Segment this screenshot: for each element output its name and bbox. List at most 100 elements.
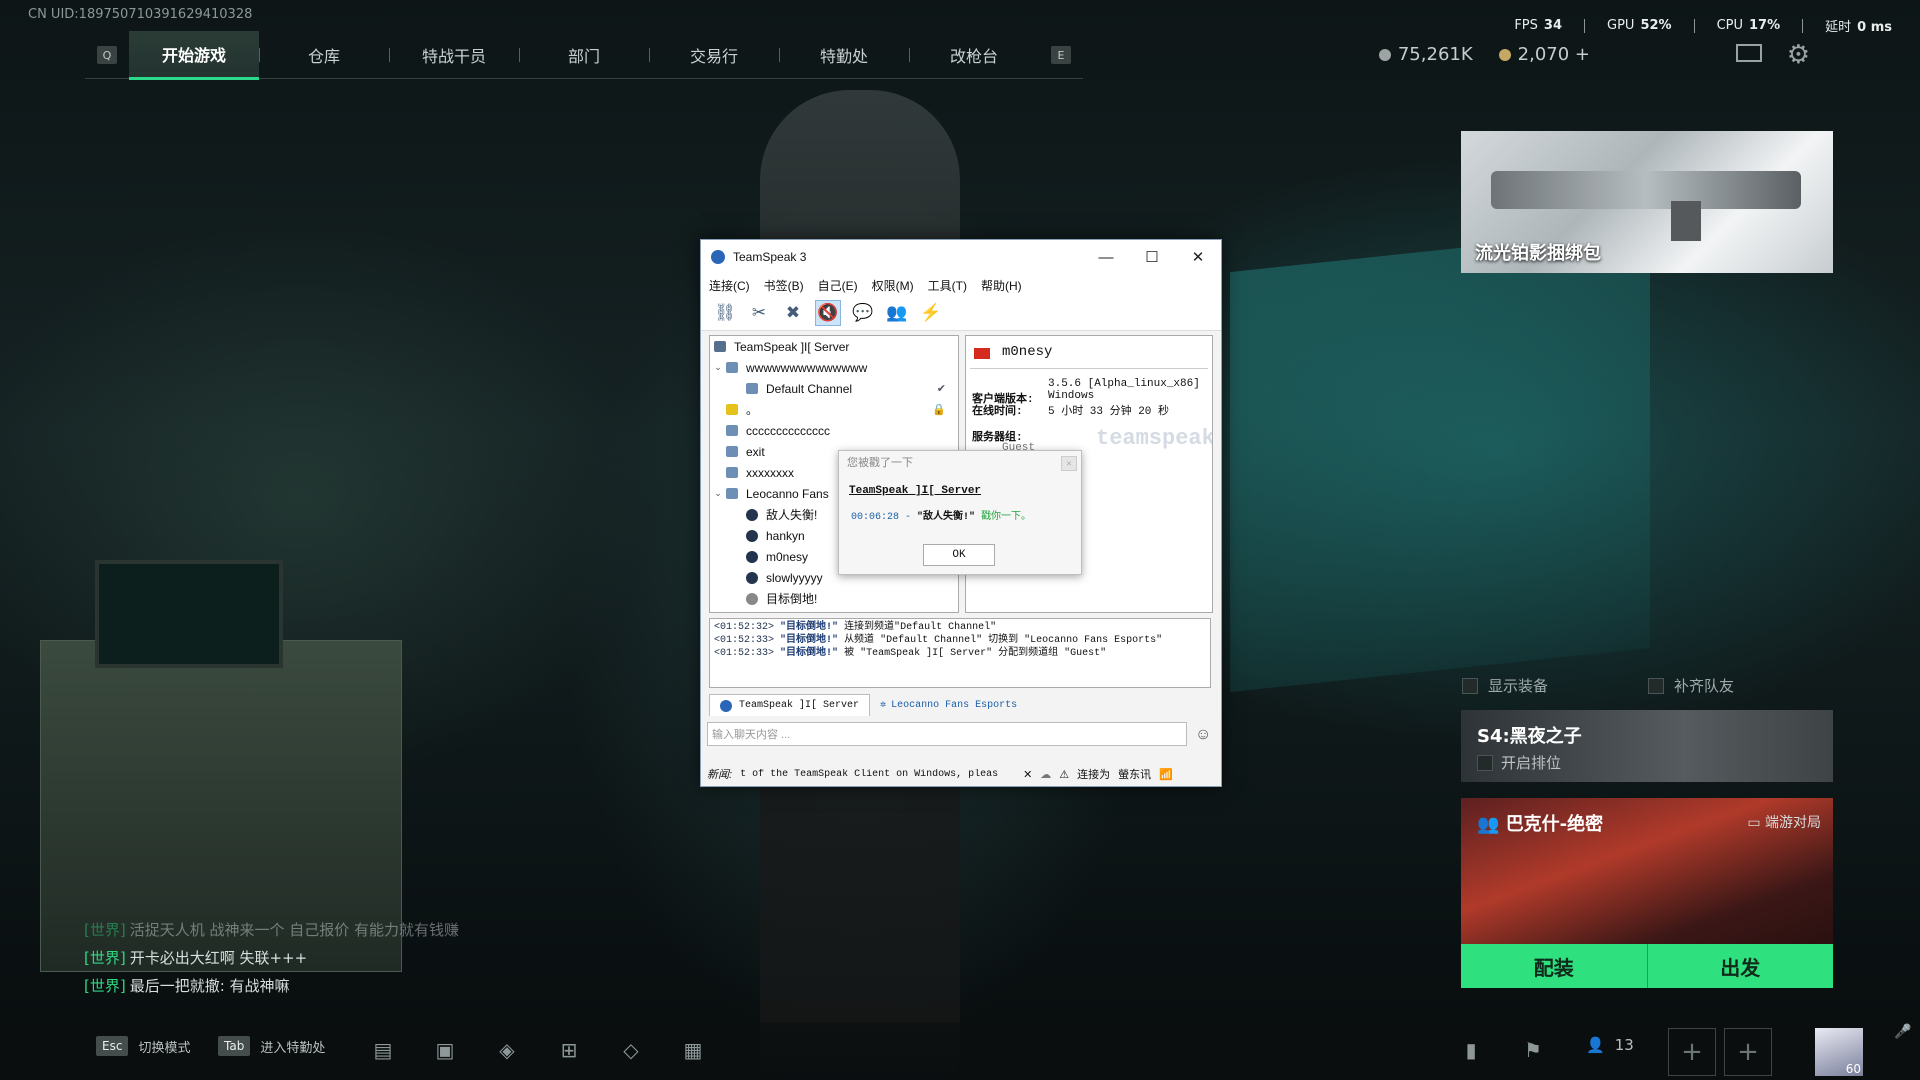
stats-icon[interactable]: ▮ <box>1458 1038 1484 1062</box>
connection-signal-icon[interactable]: 📶 <box>1159 768 1173 781</box>
show-gear-checkbox[interactable] <box>1462 677 1478 694</box>
pass-icon[interactable]: ◇ <box>618 1038 644 1062</box>
tree-channel[interactable]: 。 🔒 <box>710 399 958 420</box>
flag-icon[interactable]: ⚑ <box>1520 1038 1546 1062</box>
invite-slot-2[interactable]: + <box>1724 1028 1772 1076</box>
minimize-button[interactable]: — <box>1083 240 1129 274</box>
chat-line: [世界] 最后一把就撤: 有战神嘛 <box>84 972 459 1000</box>
poke-title[interactable]: 您被戳了一下 <box>839 451 1081 473</box>
map-selector[interactable]: 👥 巴克什-绝密 ▭ 端游对局 <box>1461 798 1833 946</box>
poke-time: 00:06:28 - <box>851 512 912 523</box>
contacts-icon[interactable]: 👥 <box>885 301 909 325</box>
nav-prev-key[interactable]: Q <box>97 46 117 64</box>
gift-icon[interactable]: ▣ <box>432 1038 458 1062</box>
mute-microphone-icon[interactable]: 🔇 <box>815 300 841 326</box>
menu-self[interactable]: 自己(E) <box>818 277 858 294</box>
tab-trading[interactable]: 交易行 <box>649 32 779 78</box>
tree-item-label: Default Channel <box>766 381 853 396</box>
tree-server[interactable]: TeamSpeak ]I[ Server <box>710 336 958 357</box>
server-tab-icon <box>720 699 732 712</box>
maximize-button[interactable]: ☐ <box>1129 240 1175 274</box>
log-user[interactable]: "目标倒地!" <box>780 648 838 659</box>
gold-currency[interactable]: 2,070 + <box>1498 44 1590 65</box>
menu-connections[interactable]: 连接(C) <box>709 277 750 294</box>
fill-team-checkbox[interactable] <box>1648 677 1664 694</box>
away-icon[interactable]: ✖ <box>781 301 805 325</box>
poke-sender[interactable]: "敌人失衡!" <box>917 512 975 523</box>
teamspeak-logo-icon <box>711 250 725 264</box>
news-ticker[interactable]: t of the TeamSpeak Client on Windows, pl… <box>740 769 1015 780</box>
show-gear-toggle[interactable]: 显示装备 <box>1462 675 1548 696</box>
warning-icon[interactable]: ⚠ <box>1059 768 1069 781</box>
cpu-label: CPU <box>1716 18 1743 33</box>
loadout-button[interactable]: 配装 <box>1461 944 1647 988</box>
chat-icon[interactable]: ▤ <box>370 1038 396 1062</box>
switch-mode-hotkey[interactable]: Esc 切换模式 <box>96 1036 190 1056</box>
invite-slot-1[interactable]: + <box>1668 1028 1716 1076</box>
deploy-button[interactable]: 出发 <box>1646 944 1834 988</box>
log-user[interactable]: "目标倒地!" <box>780 635 838 646</box>
emoji-icon[interactable]: ☺ <box>1195 726 1211 744</box>
tab-channel-chat[interactable]: ✲ Leocanno Fans Esports <box>870 694 1027 716</box>
cloud-icon[interactable]: ☁ <box>1040 768 1051 781</box>
close-button[interactable]: ✕ <box>1175 240 1221 274</box>
bundle-promo[interactable]: 流光铂影捆绑包 <box>1461 131 1833 273</box>
poke-server-link[interactable]: TeamSpeak ]I[ Server <box>849 485 981 497</box>
tab-start-game[interactable]: 开始游戏 <box>129 30 259 80</box>
tab-special-ops[interactable]: 特勤处 <box>779 32 909 78</box>
log-user[interactable]: "目标倒地!" <box>780 622 838 633</box>
fill-team-toggle[interactable]: 补齐队友 <box>1648 675 1734 696</box>
player-avatar[interactable]: 60 <box>1815 1028 1863 1076</box>
menu-permissions[interactable]: 权限(M) <box>872 277 914 294</box>
chat-text: 活捉天人机 战神来一个 自己报价 有能力就有钱赚 <box>129 921 460 939</box>
friends-button[interactable]: 👤 13 <box>1586 1036 1634 1054</box>
shield-icon[interactable]: ◈ <box>494 1038 520 1062</box>
shop-icon[interactable]: ⊞ <box>556 1038 582 1062</box>
tree-item-label: cccccccccccccc <box>746 423 830 438</box>
latency-label: 延时 <box>1825 20 1852 35</box>
subscribe-icon[interactable]: 💬 <box>851 301 875 325</box>
gpu-label: GPU <box>1607 18 1635 33</box>
menu-help[interactable]: 帮助(H) <box>981 277 1022 294</box>
expand-arrow-icon[interactable]: ⌄ <box>710 488 726 499</box>
gear-icon[interactable]: ⚙ <box>1787 40 1810 70</box>
ranked-checkbox[interactable] <box>1477 754 1493 771</box>
tab-department[interactable]: 部门 <box>519 32 649 78</box>
expand-arrow-icon[interactable]: ⌄ <box>710 362 726 373</box>
tree-channel[interactable]: ⌄ wwwwwwwwwwwwww <box>710 357 958 378</box>
silver-currency[interactable]: 75,261K <box>1378 44 1473 65</box>
connect-icon[interactable]: ⛓ <box>713 301 737 325</box>
tab-operators[interactable]: 特战干员 <box>389 32 519 78</box>
bookmark-icon[interactable]: ⚡ <box>919 301 943 325</box>
log-time: <01:52:33> <box>714 635 775 646</box>
china-flag-icon <box>974 348 990 359</box>
nav-next-key[interactable]: E <box>1051 46 1071 64</box>
ts-titlebar[interactable]: TeamSpeak 3 — ☐ ✕ <box>701 240 1221 274</box>
chat-channel: [世界] <box>84 977 126 995</box>
menu-tools[interactable]: 工具(T) <box>928 277 967 294</box>
player-level: 60 <box>1845 1062 1861 1076</box>
news-label: 新闻: <box>707 769 733 781</box>
mail-icon[interactable] <box>1736 44 1762 62</box>
gpu-value: 52% <box>1640 18 1672 33</box>
close-news-icon[interactable]: ✕ <box>1023 768 1032 781</box>
tree-channel[interactable]: Default Channel ✔ <box>710 378 958 399</box>
mic-icon[interactable]: 🎤 <box>1890 1024 1916 1048</box>
ranked-toggle[interactable]: 开启排位 <box>1477 752 1561 773</box>
calendar-icon[interactable]: ▦ <box>680 1038 706 1062</box>
tab-key: Tab <box>218 1036 251 1056</box>
channel-icon <box>726 446 738 457</box>
tree-user-self[interactable]: 目标倒地! <box>710 588 958 609</box>
tab-warehouse[interactable]: 仓库 <box>259 32 389 78</box>
season-panel[interactable]: S4:黑夜之子 开启排位 <box>1461 710 1833 782</box>
tree-channel[interactable]: cccccccccccccc <box>710 420 958 441</box>
promo-title: 流光铂影捆绑包 <box>1475 243 1601 264</box>
tab-gunsmith[interactable]: 改枪台 <box>909 32 1039 78</box>
poke-close-icon[interactable]: ✕ <box>1061 456 1077 471</box>
menu-bookmarks[interactable]: 书签(B) <box>764 277 804 294</box>
poke-ok-button[interactable]: OK <box>923 544 995 566</box>
tab-server-chat[interactable]: TeamSpeak ]I[ Server <box>709 694 871 716</box>
ts-chat-input[interactable]: 输入聊天内容 ... <box>707 722 1187 746</box>
disconnect-icon[interactable]: ✂ <box>747 301 771 325</box>
special-ops-hotkey[interactable]: Tab 进入特勤处 <box>218 1036 325 1056</box>
